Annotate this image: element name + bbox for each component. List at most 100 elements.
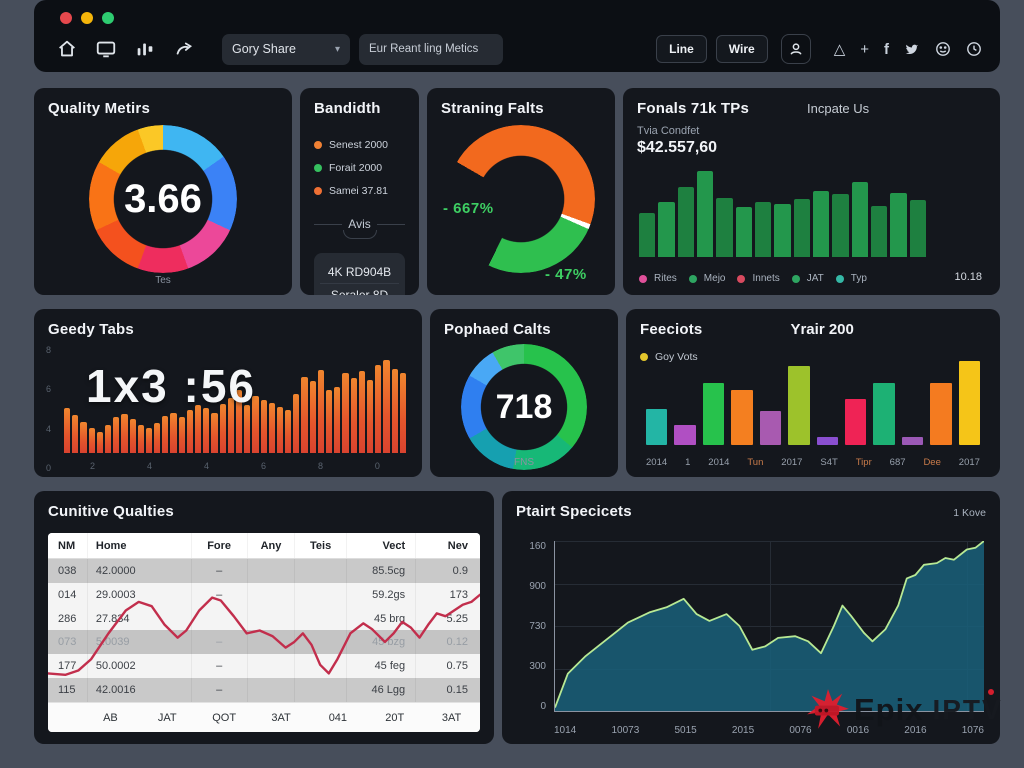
home-icon[interactable] — [52, 36, 82, 62]
axis-tick-label: 0 — [374, 461, 380, 471]
bar — [358, 371, 365, 453]
table-column-header[interactable]: Vect — [346, 533, 415, 558]
axis-tick-label: Dee — [923, 457, 941, 468]
clock-icon[interactable] — [966, 41, 982, 57]
table-row[interactable]: 038 42.0000– 85.5cg 0.9 — [48, 559, 480, 583]
panel-subtitle[interactable]: 1 Kove — [953, 507, 986, 519]
arc-label-right: - 47% — [545, 266, 587, 283]
table-cell: 173 — [415, 582, 480, 607]
panel-title: Bandidth — [314, 100, 381, 117]
bar — [88, 428, 95, 453]
server-button[interactable]: Seraler 8D — [320, 283, 399, 295]
axis-tick-label: 1014 — [554, 725, 577, 736]
legend-item: Samei 37.81 — [314, 185, 405, 197]
bar — [696, 170, 714, 257]
facebook-icon[interactable]: f — [884, 42, 889, 57]
axis-tick-label: 4 — [146, 461, 152, 471]
resolution-button[interactable]: 4K RD904B — [320, 261, 399, 283]
table-row[interactable]: 177 50.0002– 45 feg 0.75 — [48, 654, 480, 679]
table-cell — [294, 559, 346, 583]
table-row[interactable]: 073 5.0039– 45 bzg 0.12 — [48, 630, 480, 655]
table-column-header[interactable]: Home — [86, 533, 191, 558]
bar-chart-icon[interactable] — [130, 36, 160, 62]
axis-tick-label: 0 — [540, 701, 546, 712]
table-cell: 85.5cg — [346, 559, 415, 583]
bar — [309, 381, 316, 453]
axis-tick-label: 900 — [529, 581, 546, 592]
panel-fonals: Fonals 71k TPs Incpate Us Tvia Condfet $… — [623, 88, 1000, 295]
table-cell: 5.25 — [415, 606, 480, 631]
user-icon-button[interactable] — [780, 34, 811, 64]
bandwidth-buttons: 4K RD904B Seraler 8D — [314, 253, 405, 295]
bar — [186, 410, 193, 453]
share-icon[interactable] — [169, 36, 199, 62]
table-row[interactable]: 014 29.0003– 59.2gs 173 — [48, 582, 480, 607]
category-dropdown[interactable]: Gory Share ▾ — [222, 33, 350, 65]
legend-item: Mejo — [688, 273, 725, 284]
bar — [658, 201, 675, 257]
table-footer-label: 3AT — [441, 711, 462, 724]
panel-title: Geedy Tabs — [48, 321, 134, 338]
table-cell: – — [190, 654, 247, 679]
bar — [72, 414, 79, 453]
triangle-icon[interactable]: △ — [834, 42, 846, 57]
search-input[interactable]: Eur Reant ling Metics — [359, 33, 503, 65]
legend-label: Innets — [752, 273, 780, 284]
axis-tick-label: S4T — [820, 457, 838, 468]
table-cell — [294, 630, 346, 655]
maximize-window-button[interactable] — [102, 12, 114, 24]
table-column-header[interactable]: Fore — [190, 533, 247, 558]
smiley-icon[interactable] — [935, 41, 951, 57]
legend-dot-icon — [835, 274, 844, 283]
twitter-icon[interactable] — [904, 41, 920, 57]
table-footer-label: 20T — [385, 711, 405, 724]
epix-iptv-watermark: Epix IPTV — [806, 688, 1003, 732]
metric-label: Tvia Condfet — [637, 125, 700, 137]
gauge-caption: Tes — [155, 275, 171, 286]
table-cell: 073 — [58, 636, 77, 649]
table-column-header[interactable]: Any — [246, 533, 295, 558]
table-cell — [246, 559, 295, 583]
axis-tick-label: 2015 — [731, 725, 755, 736]
panel-bandwidth: Bandidth Senest 2000 Forait 2000 Samei 37.… — [300, 88, 419, 295]
table-row[interactable]: 286 27.834 45 brg 5.25 — [48, 606, 480, 631]
table-cell: 038 — [58, 564, 77, 577]
corner-value: 10.18 — [954, 271, 982, 283]
table-cell — [246, 582, 295, 607]
bar — [129, 419, 136, 453]
table-column-header[interactable]: Teis — [294, 533, 346, 558]
table-footer-label: JAT — [157, 711, 177, 724]
gauge-caption: FNS — [514, 457, 534, 468]
monitor-icon[interactable] — [91, 36, 121, 62]
bar — [788, 366, 810, 445]
panel-title: Pophaed Calts — [444, 321, 551, 338]
bar — [104, 425, 112, 453]
table-row[interactable]: 115 42.0016– 46 Lgg 0.15 — [48, 678, 480, 702]
bar — [870, 206, 888, 257]
table-column-header[interactable]: Nev — [415, 533, 480, 558]
bar — [702, 382, 725, 445]
bar — [383, 360, 390, 453]
bar — [178, 417, 185, 453]
bar — [774, 203, 791, 257]
bar — [293, 393, 300, 453]
divider-label[interactable]: Avis — [348, 217, 370, 231]
bar — [759, 411, 782, 445]
close-window-button[interactable] — [60, 12, 72, 24]
axis-tick-label: 300 — [529, 661, 546, 672]
bar — [96, 431, 103, 453]
panel-subtitle[interactable]: Incpate Us — [807, 101, 869, 116]
watermark-dot — [987, 689, 994, 695]
axis-tick-label: 8 — [317, 461, 323, 471]
plus-icon[interactable]: + — [860, 42, 869, 57]
wire-button[interactable]: Wire — [715, 35, 768, 63]
legend-label: Rites — [654, 273, 677, 284]
table-footer-label: 041 — [328, 711, 348, 724]
bar — [851, 181, 868, 257]
legend-label: Typ — [850, 273, 867, 284]
axis-tick-label: 6 — [46, 384, 52, 395]
minimize-window-button[interactable] — [81, 12, 93, 24]
line-button[interactable]: Line — [656, 35, 707, 63]
panel-title: Feeciots — [640, 321, 703, 338]
table-column-header[interactable]: NM — [48, 533, 87, 558]
